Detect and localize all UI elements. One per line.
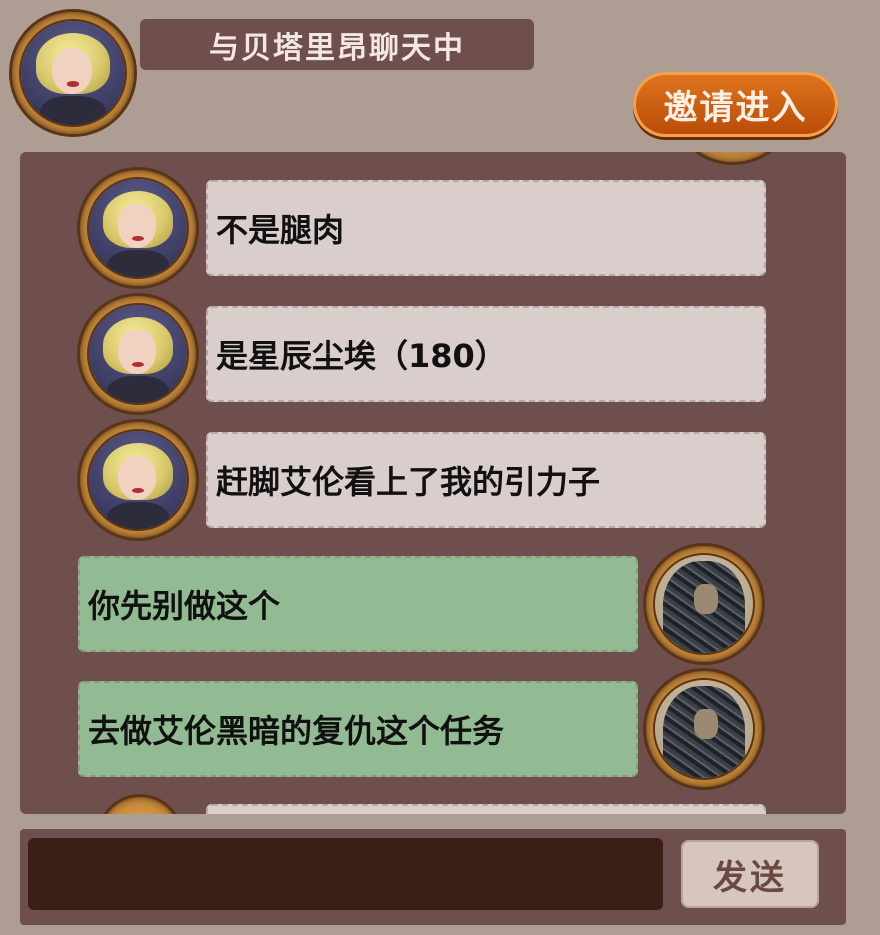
blonde-girl-portrait-icon [21,21,125,125]
message-text: 赶脚艾伦看上了我的引力子 [216,463,601,501]
message-bubble-outgoing: 你先别做这个 [78,556,638,652]
message-avatar[interactable] [80,422,196,538]
message-bubble-incoming: 赶脚艾伦看上了我的引力子 [206,432,766,528]
hooded-figure-portrait-icon [655,680,753,778]
message-bubble-incoming: 是星辰尘埃（180） [206,306,766,402]
message-avatar[interactable] [80,296,196,412]
message-bubble-outgoing: 去做艾伦黑暗的复仇这个任务 [78,681,638,777]
chat-title: 与贝塔里昂聊天中 [140,19,534,70]
partial-message-bubble [206,804,766,814]
message-text: 是星辰尘埃（180） [216,337,507,375]
chat-partner-avatar[interactable] [12,12,134,134]
message-avatar[interactable] [80,170,196,286]
chat-message-list[interactable]: 不是腿肉 是星辰尘埃（180） 赶脚艾伦看上了我的引力子 你先别做这个 去做艾伦… [20,152,846,814]
message-text: 去做艾伦黑暗的复仇这个任务 [88,712,505,750]
my-avatar[interactable] [646,546,762,662]
message-text: 你先别做这个 [88,587,281,625]
blonde-girl-portrait-icon [89,305,187,403]
my-avatar[interactable] [646,671,762,787]
hooded-figure-portrait-icon [655,555,753,653]
message-input[interactable] [28,838,663,910]
blonde-girl-portrait-icon [89,431,187,529]
partial-avatar-top [672,152,794,162]
send-button[interactable]: 发送 [681,840,819,908]
partial-avatar-bottom [100,797,180,814]
message-bubble-incoming: 不是腿肉 [206,180,766,276]
message-text: 不是腿肉 [216,211,345,249]
invite-button[interactable]: 邀请进入 [633,72,838,137]
blonde-girl-portrait-icon [89,179,187,277]
